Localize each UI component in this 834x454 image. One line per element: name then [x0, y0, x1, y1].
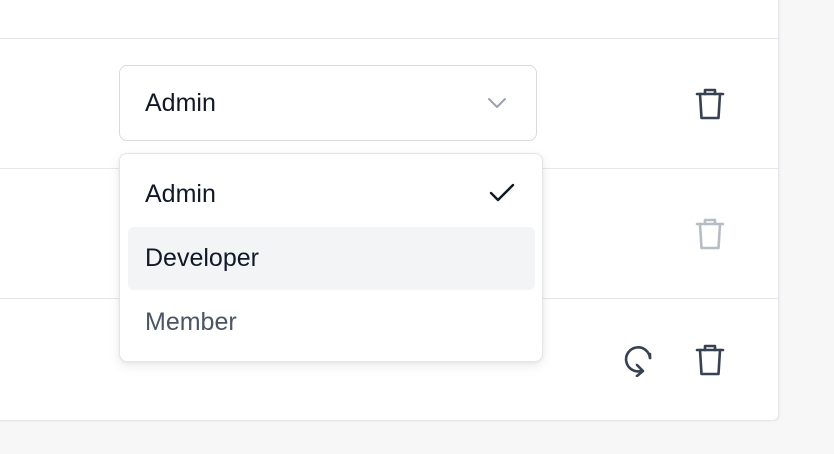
trash-icon	[695, 344, 725, 376]
chevron-down-icon	[488, 98, 506, 108]
check-icon	[489, 183, 515, 202]
trash-icon	[695, 218, 725, 250]
role-option-label: Member	[145, 308, 237, 336]
delete-member-button[interactable]	[690, 340, 730, 380]
delete-member-button-disabled	[690, 214, 730, 254]
role-option-member[interactable]: Member	[128, 291, 535, 354]
role-dropdown-menu: Admin Developer Member	[119, 153, 543, 362]
role-select-value: Admin	[145, 88, 216, 117]
role-option-label: Developer	[145, 244, 259, 272]
trash-icon	[695, 88, 725, 120]
role-select[interactable]: Admin	[119, 65, 537, 141]
role-option-admin[interactable]: Admin	[128, 163, 535, 226]
role-option-developer[interactable]: Developer	[128, 227, 535, 290]
role-option-label: Admin	[145, 180, 216, 208]
row-divider	[0, 38, 778, 39]
refresh-icon	[624, 346, 652, 377]
delete-member-button[interactable]	[690, 84, 730, 124]
resend-invite-button[interactable]	[619, 340, 659, 380]
